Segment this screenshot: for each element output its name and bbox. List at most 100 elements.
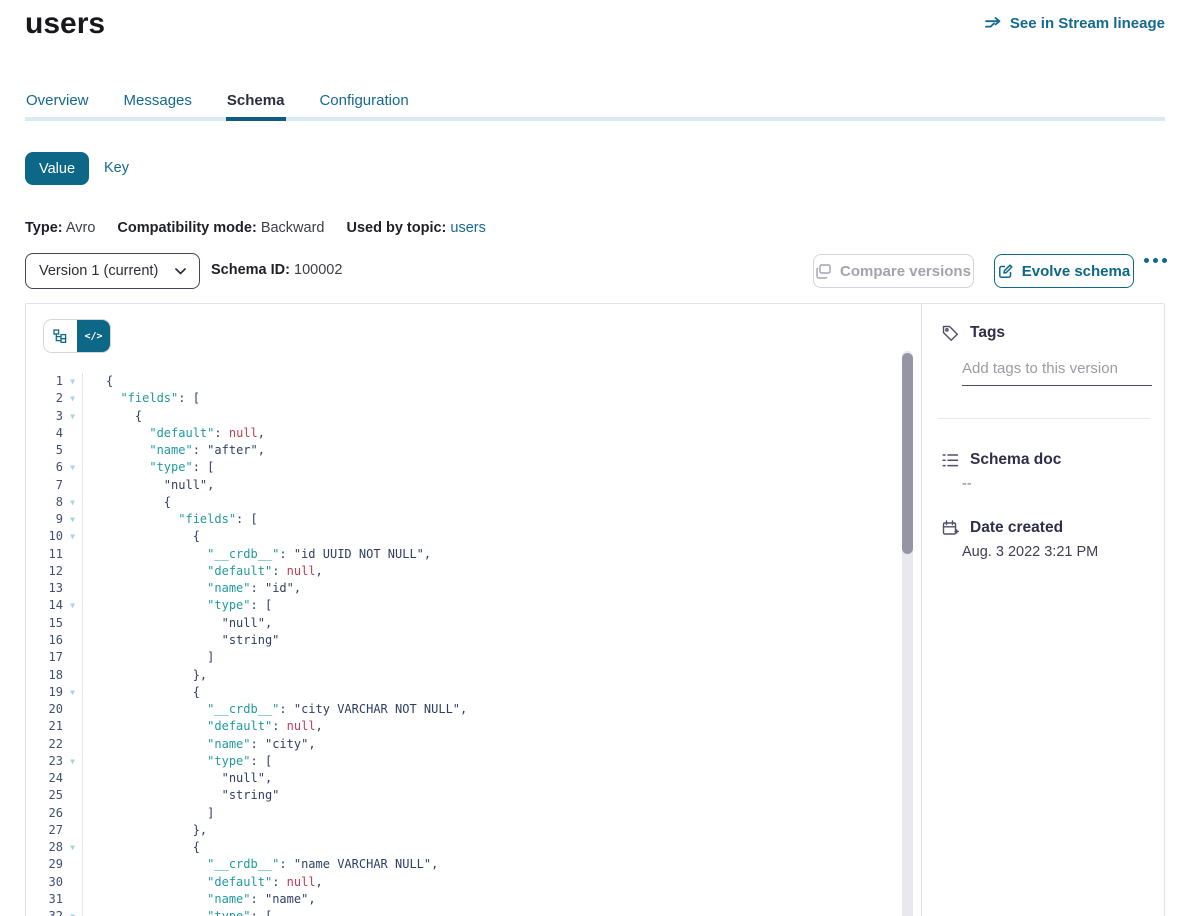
fold-toggle-icon[interactable]: ▼ xyxy=(63,528,82,545)
schema-doc-title: Schema doc xyxy=(970,451,1061,469)
fold-toggle-icon[interactable]: ▼ xyxy=(63,597,82,614)
line-number: 15 xyxy=(26,615,63,632)
code-line: 18 }, xyxy=(26,667,902,684)
code-text: "__crdb__": "name VARCHAR NULL", xyxy=(83,856,438,873)
type-value: Avro xyxy=(66,220,96,236)
code-line: 4 "default": null, xyxy=(26,425,902,442)
code-text: }, xyxy=(83,667,207,684)
fold-toggle-icon[interactable]: ▼ xyxy=(63,511,82,528)
code-line: 9▼ "fields": [ xyxy=(26,511,902,528)
compare-versions-label: Compare versions xyxy=(840,263,971,280)
used-by-topic-label: Used by topic: xyxy=(346,220,446,236)
schema-doc-value: -- xyxy=(962,476,972,492)
code-text: "name": "name", xyxy=(83,891,316,908)
fold-toggle-icon[interactable]: ▼ xyxy=(63,908,82,916)
line-number: 9 xyxy=(26,511,63,528)
fold-toggle-icon[interactable]: ▼ xyxy=(63,753,82,770)
tab-track xyxy=(25,117,1165,121)
evolve-schema-button[interactable]: Evolve schema xyxy=(994,254,1134,288)
code-text: { xyxy=(83,839,200,856)
code-line: 23▼ "type": [ xyxy=(26,753,902,770)
code-line: 16 "string" xyxy=(26,632,902,649)
tab-configuration[interactable]: Configuration xyxy=(318,90,409,111)
schema-meta-row: Type: Avro Compatibility mode: Backward … xyxy=(25,220,508,236)
code-line: 8▼ { xyxy=(26,494,902,511)
edit-icon xyxy=(998,264,1013,279)
code-text: { xyxy=(83,408,142,425)
tag-icon xyxy=(942,325,959,342)
line-number: 29 xyxy=(26,856,63,873)
code-text: "null", xyxy=(83,770,272,787)
code-text: "name": "after", xyxy=(83,442,265,459)
more-options-button[interactable] xyxy=(1144,258,1167,263)
tab-overview[interactable]: Overview xyxy=(25,90,90,111)
line-number: 7 xyxy=(26,477,63,494)
versions-icon xyxy=(816,264,831,279)
code-view-icon: </> xyxy=(84,331,102,342)
code-text: "type": [ xyxy=(83,459,214,476)
line-number: 24 xyxy=(26,770,63,787)
line-number: 18 xyxy=(26,667,63,684)
tab-schema[interactable]: Schema xyxy=(226,90,286,111)
line-number: 8 xyxy=(26,494,63,511)
fold-toggle-icon xyxy=(63,563,82,580)
fold-toggle-icon[interactable]: ▼ xyxy=(63,684,82,701)
code-line: 19▼ { xyxy=(26,684,902,701)
fold-toggle-icon[interactable]: ▼ xyxy=(63,839,82,856)
code-line: 27 }, xyxy=(26,822,902,839)
line-number: 32 xyxy=(26,908,63,916)
fold-toggle-icon[interactable]: ▼ xyxy=(63,390,82,407)
stream-lineage-link[interactable]: See in Stream lineage xyxy=(985,15,1165,32)
schema-doc-section-header: Schema doc xyxy=(942,451,1061,469)
tags-section-header: Tags xyxy=(942,324,1005,342)
code-text: "type": [ xyxy=(83,597,272,614)
fold-toggle-icon xyxy=(63,856,82,873)
schema-id-value: 100002 xyxy=(294,262,342,278)
code-line: 22 "name": "city", xyxy=(26,736,902,753)
line-number: 30 xyxy=(26,874,63,891)
scrollbar-track[interactable] xyxy=(902,351,913,916)
fold-toggle-icon xyxy=(63,787,82,804)
fold-toggle-icon xyxy=(63,580,82,597)
key-toggle-button[interactable]: Key xyxy=(104,160,129,176)
line-number: 26 xyxy=(26,805,63,822)
line-number: 12 xyxy=(26,563,63,580)
fold-toggle-icon xyxy=(63,805,82,822)
fold-toggle-icon[interactable]: ▼ xyxy=(63,373,82,390)
tree-view-button[interactable] xyxy=(44,320,77,352)
code-text: { xyxy=(83,373,113,390)
tab-messages[interactable]: Messages xyxy=(123,90,193,111)
tags-input[interactable] xyxy=(962,358,1152,386)
code-line: 21 "default": null, xyxy=(26,718,902,735)
code-text: "null", xyxy=(83,477,214,494)
code-line: 1▼{ xyxy=(26,373,902,390)
line-number: 31 xyxy=(26,891,63,908)
line-number: 13 xyxy=(26,580,63,597)
compare-versions-button[interactable]: Compare versions xyxy=(813,254,974,288)
code-line: 7 "null", xyxy=(26,477,902,494)
version-select[interactable]: Version 1 (current) xyxy=(25,253,200,289)
code-text: "name": "city", xyxy=(83,736,316,753)
topic-link[interactable]: users xyxy=(450,220,485,236)
code-line: 15 "null", xyxy=(26,615,902,632)
code-line: 17 ] xyxy=(26,649,902,666)
line-number: 21 xyxy=(26,718,63,735)
fold-toggle-icon[interactable]: ▼ xyxy=(63,494,82,511)
code-line: 32▼ "type": [ xyxy=(26,908,902,916)
line-number: 19 xyxy=(26,684,63,701)
code-text: { xyxy=(83,684,200,701)
code-text: "type": [ xyxy=(83,908,272,916)
fold-toggle-icon[interactable]: ▼ xyxy=(63,408,82,425)
code-text: "fields": [ xyxy=(83,390,200,407)
code-text: "null", xyxy=(83,615,272,632)
code-text: "default": null, xyxy=(83,563,323,580)
tags-title: Tags xyxy=(970,324,1005,342)
fold-toggle-icon xyxy=(63,822,82,839)
scrollbar-thumb[interactable] xyxy=(902,353,913,554)
fold-toggle-icon xyxy=(63,632,82,649)
code-view-button[interactable]: </> xyxy=(77,320,110,352)
fold-toggle-icon[interactable]: ▼ xyxy=(63,459,82,476)
fold-toggle-icon xyxy=(63,718,82,735)
value-toggle-button[interactable]: Value xyxy=(25,152,89,185)
code-text: "fields": [ xyxy=(83,511,258,528)
